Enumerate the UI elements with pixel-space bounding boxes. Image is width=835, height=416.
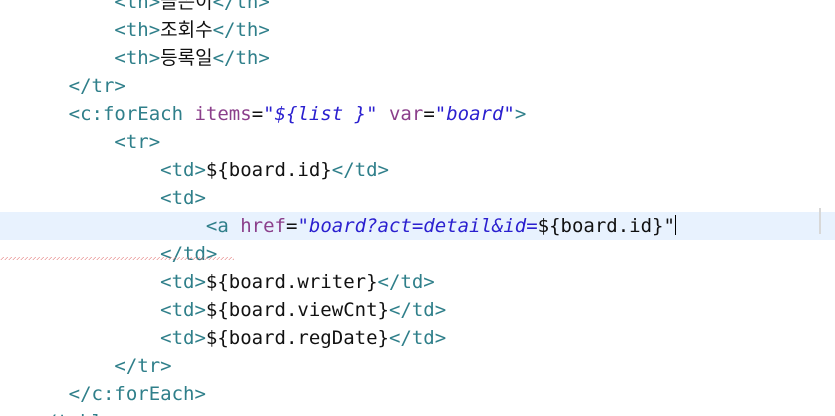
code-token: <a xyxy=(205,215,241,237)
code-token: <th> xyxy=(114,47,161,69)
code-line[interactable]: <td>${board.regDate}</td> xyxy=(0,324,835,352)
code-token: ${board.viewCnt} xyxy=(205,299,389,321)
code-line[interactable]: <th>조회수</th> xyxy=(0,16,835,44)
code-token: <td> xyxy=(160,327,206,349)
code-line[interactable]: </table> xyxy=(0,408,835,416)
code-token: var xyxy=(388,103,424,125)
code-token: </td> xyxy=(377,271,435,293)
code-token: </td> xyxy=(388,327,447,349)
code-token: <th> xyxy=(114,0,161,13)
code-token: <td> xyxy=(160,271,206,293)
code-token: </table> xyxy=(34,411,126,416)
code-line[interactable]: <td>${board.id}</td> xyxy=(0,156,835,184)
code-token: = xyxy=(251,103,264,125)
code-line[interactable]: </tr> xyxy=(0,352,835,380)
code-token: </th> xyxy=(212,0,270,13)
code-token: <tr> xyxy=(114,131,161,153)
code-line[interactable]: <td>${board.writer}</td> xyxy=(0,268,835,296)
code-token: "${list }" xyxy=(263,103,378,125)
code-token: <th> xyxy=(114,19,161,41)
code-token: </th> xyxy=(212,47,270,69)
code-token: items xyxy=(194,103,252,125)
code-token: </td> xyxy=(160,243,218,265)
code-token: </tr> xyxy=(114,355,172,377)
code-token: "board?act=detail&id= xyxy=(297,215,538,237)
code-editor[interactable]: <th>글쓴이</th> <th>조회수</th> <th>등록일</th> <… xyxy=(0,0,835,416)
code-token: </c:forEach> xyxy=(68,383,206,405)
code-line[interactable]: <td>${board.viewCnt}</td> xyxy=(0,296,835,324)
code-token: </tr> xyxy=(68,75,126,97)
code-line[interactable]: <c:forEach items="${list }" var="board"> xyxy=(0,100,835,128)
code-token: = xyxy=(423,103,435,125)
code-line[interactable]: <tr> xyxy=(0,128,835,156)
code-token: > xyxy=(514,103,527,125)
code-line[interactable]: </td> xyxy=(0,240,835,268)
code-token: <c:forEach xyxy=(68,103,195,125)
code-token: <td> xyxy=(160,299,206,321)
code-token: = xyxy=(286,215,298,237)
code-token: 등록일 xyxy=(160,47,213,69)
code-line[interactable]: <td> xyxy=(0,184,835,212)
code-line[interactable]: </tr> xyxy=(0,72,835,100)
code-token: </td> xyxy=(331,159,389,181)
code-token: </th> xyxy=(212,19,270,41)
code-token: "board" xyxy=(434,103,515,125)
scrollbar-thumb[interactable] xyxy=(819,208,821,234)
code-token: <td> xyxy=(160,159,206,181)
code-token: ${board.regDate} xyxy=(205,327,389,349)
code-token: 글쓴이 xyxy=(160,0,213,13)
code-token: ${board.writer} xyxy=(205,271,378,293)
code-line[interactable]: <th>글쓴이</th> xyxy=(0,0,835,16)
code-token: href xyxy=(240,215,286,237)
code-token: ${board.id} xyxy=(205,159,332,181)
code-line[interactable]: </c:forEach> xyxy=(0,380,835,408)
code-token: <td> xyxy=(160,187,206,209)
code-token: ${board.id}" xyxy=(537,215,675,237)
text-caret xyxy=(674,215,676,235)
current-code-line[interactable]: <a href="board?act=detail&id=${board.id}… xyxy=(0,212,835,240)
code-token: </td> xyxy=(388,299,447,321)
code-line[interactable]: <th>등록일</th> xyxy=(0,44,835,72)
error-squiggle xyxy=(0,257,234,260)
code-token: 조회수 xyxy=(160,19,213,41)
